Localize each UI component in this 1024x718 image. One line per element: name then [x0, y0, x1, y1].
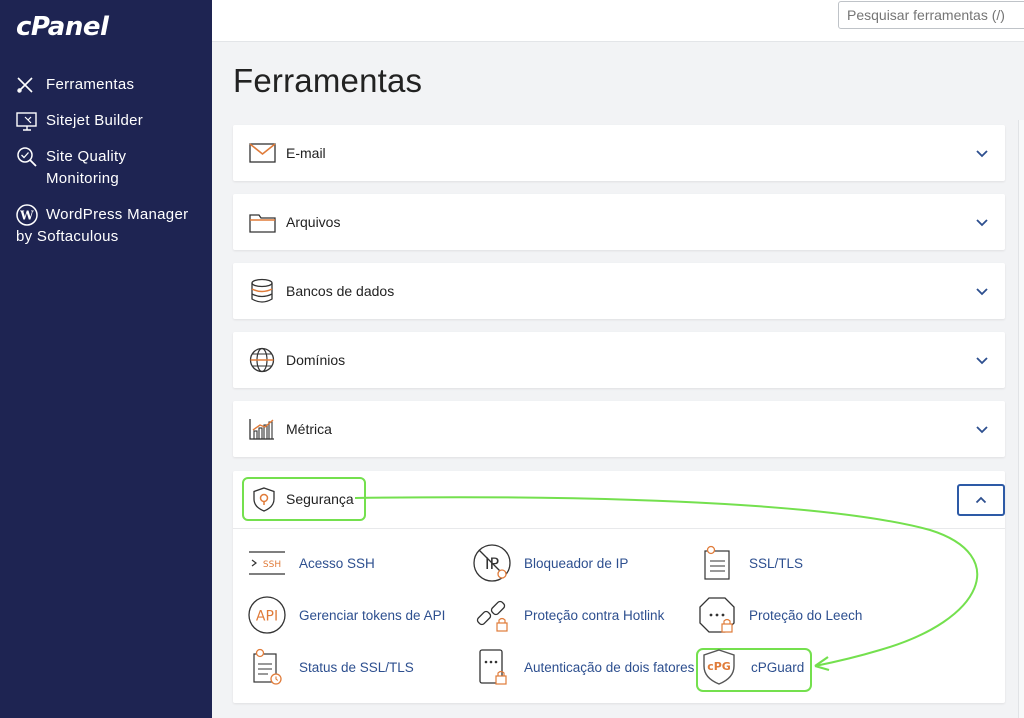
chevron-down-icon[interactable] [974, 283, 990, 299]
sidebar-item-label: WordPress Manager by Softaculous [16, 206, 189, 246]
monitor-icon [16, 110, 40, 132]
svg-text:IP: IP [485, 554, 500, 573]
tool-ssl-tls[interactable]: SSL/TLS [697, 543, 803, 583]
tool-label: Gerenciar tokens de API [299, 607, 446, 623]
tools-icon [16, 74, 40, 96]
tool-label: Proteção contra Hotlink [524, 607, 665, 623]
tool-label: Status de SSL/TLS [299, 659, 414, 675]
tool-protecao-leech[interactable]: Proteção do Leech [697, 595, 862, 635]
sidebar-nav: Ferramentas Sitejet Builder Site Quality… [0, 70, 212, 252]
section-dominios: Domínios [233, 332, 1005, 388]
section-metrica: Métrica [233, 401, 1005, 457]
section-email-header[interactable]: E-mail [233, 125, 1005, 181]
collapse-button[interactable] [957, 484, 1005, 516]
tool-autenticacao-dois-fatores[interactable]: Autenticação de dois fatores [472, 647, 694, 687]
sidebar-item-label: Site Quality Monitoring [46, 148, 127, 187]
certificate-status-icon [247, 647, 287, 687]
tool-label: Acesso SSH [299, 555, 375, 571]
seguranca-highlight: Segurança [242, 477, 366, 521]
tool-protecao-hotlink[interactable]: Proteção contra Hotlink [472, 595, 664, 635]
top-bar [212, 0, 1024, 42]
section-metrica-header[interactable]: Métrica [233, 401, 1005, 457]
cpguard-icon: cPG [699, 647, 739, 687]
certificate-icon [697, 543, 737, 583]
ip-blocker-icon: IP [472, 543, 512, 583]
section-email: E-mail [233, 125, 1005, 181]
tool-label: cPGuard [751, 659, 805, 675]
broken-link-icon [472, 595, 512, 635]
leech-icon [697, 595, 737, 635]
envelope-icon [248, 139, 276, 167]
magnifier-icon [16, 146, 40, 168]
page-title: Ferramentas [233, 62, 423, 99]
wordpress-icon: W [16, 204, 40, 226]
svg-text:SSH: SSH [263, 560, 281, 570]
svg-text:W: W [19, 209, 34, 223]
tool-label: Proteção do Leech [749, 607, 863, 623]
tool-status-ssl-tls[interactable]: Status de SSL/TLS [247, 647, 414, 687]
section-arquivos-header[interactable]: Arquivos [233, 194, 1005, 250]
tool-cpguard[interactable]: cPG cPGuard [699, 647, 804, 687]
svg-text:cPG: cPG [707, 660, 731, 673]
tool-acesso-ssh[interactable]: SSH Acesso SSH [247, 543, 375, 583]
sidebar-item-ferramentas[interactable]: Ferramentas [0, 70, 212, 100]
chevron-down-icon[interactable] [974, 352, 990, 368]
section-dominios-header[interactable]: Domínios [233, 332, 1005, 388]
tool-bloqueador-ip[interactable]: IP Bloqueador de IP [472, 543, 628, 583]
section-seguranca-header[interactable]: Segurança [233, 471, 1005, 527]
folder-icon [248, 208, 276, 236]
section-title: Arquivos [286, 214, 341, 230]
tool-label: Bloqueador de IP [524, 555, 629, 571]
section-arquivos: Arquivos [233, 194, 1005, 250]
section-seguranca: Segurança SSH Acesso SSH IP Bloqueador d… [233, 471, 1005, 703]
chevron-down-icon[interactable] [974, 421, 990, 437]
bar-chart-icon [248, 415, 276, 443]
sidebar-item-label: Ferramentas [46, 76, 135, 93]
section-bancos-header[interactable]: Bancos de dados [233, 263, 1005, 319]
api-icon: API [247, 595, 287, 635]
two-factor-icon [472, 647, 512, 687]
tool-tokens-api[interactable]: API Gerenciar tokens de API [247, 595, 445, 635]
chevron-down-icon[interactable] [974, 145, 990, 161]
chevron-up-icon [975, 496, 987, 504]
cpanel-logo[interactable]: cPanel [16, 12, 109, 42]
section-title: Métrica [286, 421, 332, 437]
right-panel-edge [1018, 120, 1024, 718]
section-bancos-de-dados: Bancos de dados [233, 263, 1005, 319]
shield-icon [250, 485, 278, 513]
database-icon [248, 277, 276, 305]
sidebar-item-site-quality[interactable]: Site Quality Monitoring [0, 142, 212, 194]
svg-text:API: API [256, 609, 278, 625]
ssh-icon: SSH [247, 543, 287, 583]
sidebar-item-wordpress[interactable]: W WordPress Manager by Softaculous [0, 200, 212, 252]
section-title: Bancos de dados [286, 283, 395, 299]
section-title: Segurança [286, 491, 354, 507]
section-title: E-mail [286, 145, 326, 161]
section-title: Domínios [286, 352, 346, 368]
sidebar: cPanel Ferramentas Sitejet Builder Site … [0, 0, 212, 718]
globe-icon [248, 346, 276, 374]
search-input[interactable] [838, 1, 1024, 29]
section-divider [233, 528, 1005, 529]
tool-label: Autenticação de dois fatores [524, 659, 695, 675]
sidebar-item-sitejet[interactable]: Sitejet Builder [0, 106, 212, 136]
tool-label: SSL/TLS [749, 555, 804, 571]
sidebar-item-label: Sitejet Builder [46, 112, 144, 129]
chevron-down-icon[interactable] [974, 214, 990, 230]
